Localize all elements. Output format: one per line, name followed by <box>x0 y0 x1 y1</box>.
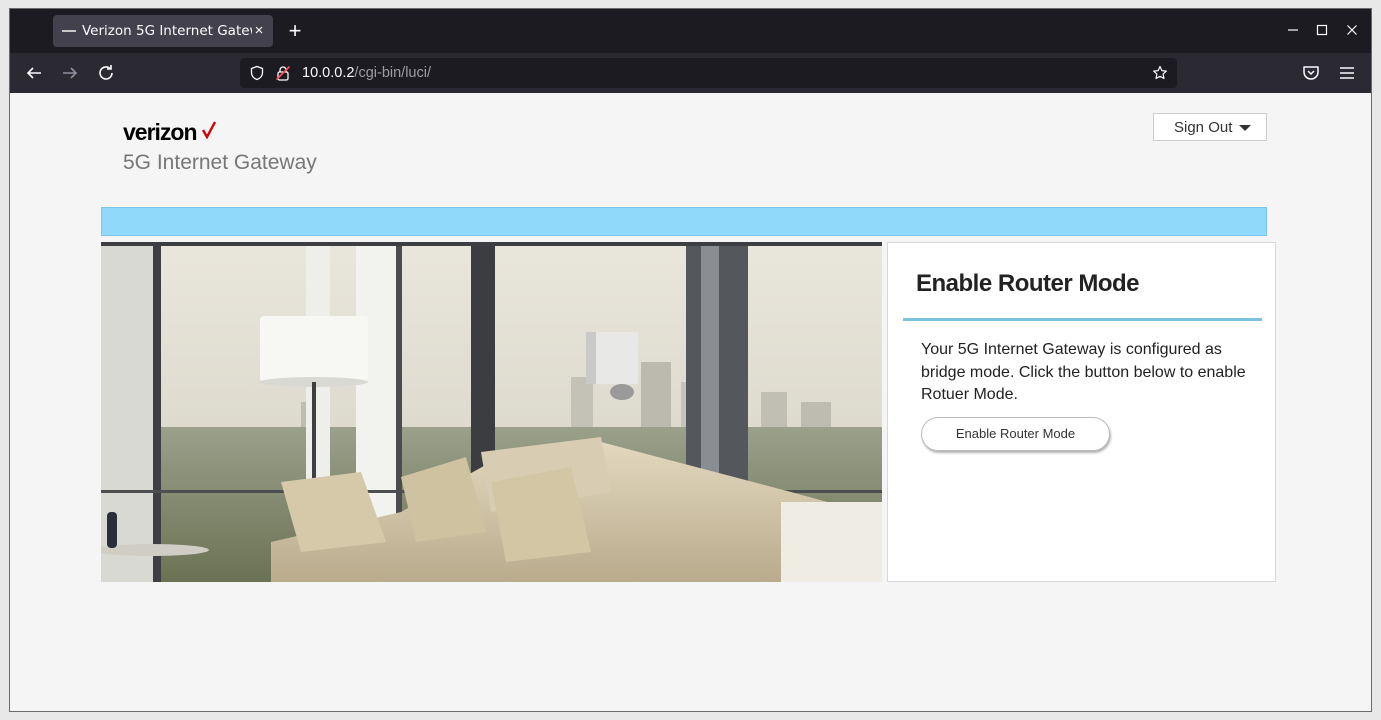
sign-out-label: Sign Out <box>1174 119 1233 136</box>
menu-icon[interactable] <box>1335 61 1359 85</box>
page-content: verizon 5G Internet Gateway Sign Out Ena… <box>10 93 1371 711</box>
url-text[interactable]: 10.0.0.2/cgi-bin/luci/ <box>302 65 431 81</box>
panel-description: Your 5G Internet Gateway is configured a… <box>921 341 1246 403</box>
panel-title: Enable Router Mode <box>916 270 1140 297</box>
logo-text: verizon <box>123 119 198 145</box>
checkmark-icon <box>201 121 217 139</box>
pocket-icon[interactable] <box>1299 61 1323 85</box>
sign-out-button[interactable]: Sign Out <box>1153 113 1267 141</box>
back-icon[interactable] <box>22 61 46 85</box>
maximize-icon[interactable] <box>1311 19 1333 41</box>
router-mode-panel: Enable Router Mode Your 5G Internet Gate… <box>887 242 1276 582</box>
tab-bar: Verizon 5G Internet Gateway × + <box>10 9 1371 53</box>
reload-icon[interactable] <box>94 61 118 85</box>
page-subtitle: 5G Internet Gateway <box>123 151 317 174</box>
browser-window: Verizon 5G Internet Gateway × + 10.0.0.2… <box>9 8 1372 712</box>
forward-icon[interactable] <box>58 61 82 85</box>
nav-bar: 10.0.0.2/cgi-bin/luci/ <box>10 53 1371 93</box>
tab-title: Verizon 5G Internet Gateway <box>82 23 252 39</box>
caret-down-icon <box>1239 125 1251 131</box>
lock-icon[interactable] <box>275 65 291 81</box>
minimize-icon[interactable] <box>1282 19 1304 41</box>
new-tab-button[interactable]: + <box>284 20 306 42</box>
url-host: 10.0.0.2 <box>302 65 355 81</box>
hero-image <box>101 242 882 582</box>
favicon-icon <box>62 30 76 32</box>
shield-icon[interactable] <box>249 65 265 81</box>
url-path: /cgi-bin/luci/ <box>354 65 431 81</box>
star-icon[interactable] <box>1152 65 1168 81</box>
url-bar[interactable]: 10.0.0.2/cgi-bin/luci/ <box>240 58 1177 88</box>
close-icon[interactable] <box>1341 19 1363 41</box>
enable-router-mode-button[interactable]: Enable Router Mode <box>921 417 1110 451</box>
browser-tab[interactable]: Verizon 5G Internet Gateway × <box>53 15 273 47</box>
panel-divider <box>903 318 1262 321</box>
tab-close-button[interactable]: × <box>250 21 268 41</box>
info-banner <box>101 207 1267 236</box>
